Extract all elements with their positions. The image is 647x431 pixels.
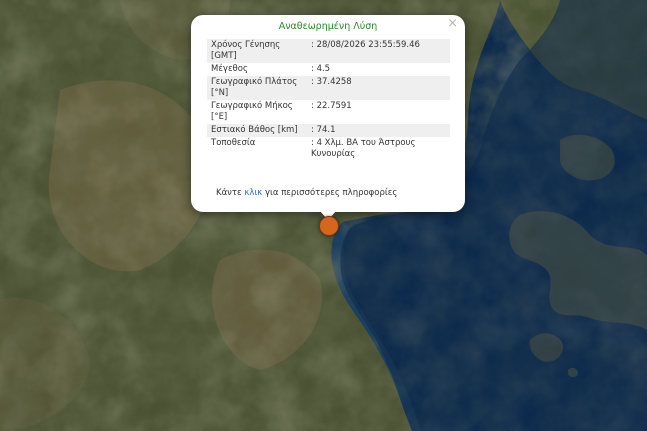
table-row: Γεωγραφικό Μήκος [°E] : 22.7591 (207, 100, 450, 124)
origin-time-value: : 28/08/2026 23:55:59.46 (307, 39, 450, 63)
magnitude-label: Μέγεθος (207, 63, 307, 76)
table-row: Εστιακό Βάθος [km] : 74.1 (207, 124, 450, 137)
longitude-value: : 22.7591 (307, 100, 450, 124)
latitude-value: : 37.4258 (307, 76, 450, 100)
longitude-label: Γεωγραφικό Μήκος [°E] (207, 100, 307, 124)
depth-value: : 74.1 (307, 124, 450, 137)
table-row: Τοποθεσία : 4 Χλμ. ΒΑ του Άστρους Κυνουρ… (207, 137, 450, 161)
more-info-prefix: Κάντε (216, 188, 245, 198)
origin-time-label: Χρόνος Γένησης [GMT] (207, 39, 307, 63)
depth-label: Εστιακό Βάθος [km] (207, 124, 307, 137)
event-details-table: Χρόνος Γένησης [GMT] : 28/08/2026 23:55:… (207, 39, 450, 161)
location-value: : 4 Χλμ. ΒΑ του Άστρους Κυνουρίας (307, 137, 450, 161)
latitude-label: Γεωγραφικό Πλάτος [°N] (207, 76, 307, 100)
location-label: Τοποθεσία (207, 137, 307, 161)
more-info-suffix: για περισσότερες πληροφορίες (262, 188, 398, 198)
popup-title: Αναθεωρημένη Λύση (278, 21, 378, 32)
table-row: Γεωγραφικό Πλάτος [°N] : 37.4258 (207, 76, 450, 100)
table-row: Χρόνος Γένησης [GMT] : 28/08/2026 23:55:… (207, 39, 450, 63)
earthquake-marker[interactable] (319, 216, 339, 236)
table-row: Μέγεθος : 4.5 (207, 63, 450, 76)
earthquake-popup: × Αναθεωρημένη Λύση Χρόνος Γένησης [GMT]… (191, 15, 465, 212)
magnitude-value: : 4.5 (307, 63, 450, 76)
more-info-link[interactable]: κλικ (244, 188, 262, 198)
more-info-text: Κάντε κλικ για περισσότερες πληροφορίες (216, 188, 397, 198)
